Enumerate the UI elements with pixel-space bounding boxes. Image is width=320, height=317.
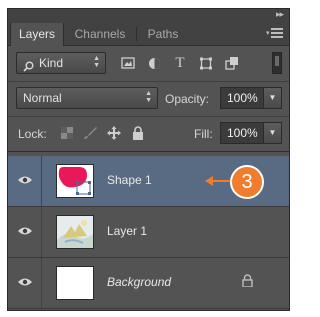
layer-thumbnail-image (56, 215, 94, 249)
row-divider (41, 156, 42, 206)
callout-arrow-icon (205, 176, 213, 186)
blend-mode-value: Normal (23, 91, 62, 105)
lock-all-icon[interactable] (130, 122, 146, 144)
layer-row-shape-1[interactable]: Shape 1 3 (8, 156, 289, 207)
fill-input[interactable]: 100% (220, 122, 264, 144)
image-filter-icon[interactable] (118, 52, 138, 74)
smart-object-filter-icon[interactable] (222, 52, 242, 74)
search-icon (23, 58, 34, 78)
divider (8, 151, 289, 152)
filter-kind-dropdown[interactable]: Kind ▲ ▼ (16, 52, 106, 74)
opacity-input[interactable]: 100% (220, 87, 264, 109)
blend-row: Normal ▲ ▼ Opacity: 100% ▼ (8, 85, 289, 111)
opacity-dropdown-arrow[interactable]: ▼ (264, 87, 282, 109)
tab-channels[interactable]: Channels (66, 23, 134, 45)
visibility-eye-icon[interactable] (16, 224, 34, 238)
row-divider (41, 207, 42, 257)
collapse-panel-icon[interactable]: ▸▸ (276, 9, 284, 20)
layer-name[interactable]: Shape 1 (107, 173, 152, 187)
filter-toggle-switch[interactable] (272, 52, 282, 74)
lock-row: Lock: Fill: 100% ▼ (8, 120, 289, 146)
layers-panel: ▸▸ Layers Channels Paths ▾ Kind ▲ ▼ T No… (7, 8, 290, 311)
layer-lock-icon (242, 274, 253, 292)
fill-label: Fill: (194, 127, 213, 141)
tab-paths[interactable]: Paths (140, 23, 186, 45)
visibility-eye-icon[interactable] (16, 275, 34, 289)
filter-row: Kind ▲ ▼ T (8, 50, 289, 76)
panel-top-bar: ▸▸ (8, 9, 289, 23)
updown-arrow-icon: ▲ ▼ (145, 90, 152, 104)
blend-mode-dropdown[interactable]: Normal ▲ ▼ (16, 87, 158, 109)
layer-thumbnail-white (56, 266, 94, 300)
step-callout-badge: 3 (230, 165, 264, 199)
row-divider (41, 258, 42, 308)
lock-label: Lock: (18, 127, 47, 141)
adjustment-filter-icon[interactable] (144, 52, 164, 74)
layer-row-background[interactable]: Background (8, 258, 289, 309)
type-filter-icon[interactable]: T (170, 52, 190, 74)
opacity-label: Opacity: (165, 92, 210, 106)
layer-name[interactable]: Layer 1 (107, 224, 147, 238)
lock-position-icon[interactable] (106, 122, 122, 144)
visibility-eye-icon[interactable] (16, 173, 34, 187)
fill-dropdown-arrow[interactable]: ▼ (264, 122, 282, 144)
panel-menu-icon[interactable]: ▾ (266, 28, 283, 38)
updown-arrow-icon: ▲ ▼ (93, 55, 100, 69)
filter-kind-label: Kind (39, 56, 64, 70)
tab-layers[interactable]: Layers (10, 23, 64, 46)
divider (8, 116, 289, 117)
lock-transparent-pixels-icon[interactable] (59, 122, 75, 144)
tab-divider (136, 27, 137, 41)
lock-image-pixels-icon[interactable] (82, 122, 98, 144)
layer-row-layer-1[interactable]: Layer 1 (8, 207, 289, 258)
panel-tabs: Layers Channels Paths ▾ (8, 23, 289, 46)
shape-filter-icon[interactable] (196, 52, 216, 74)
layer-thumbnail-shape (56, 164, 94, 198)
divider (8, 81, 289, 82)
layer-name[interactable]: Background (107, 275, 171, 289)
